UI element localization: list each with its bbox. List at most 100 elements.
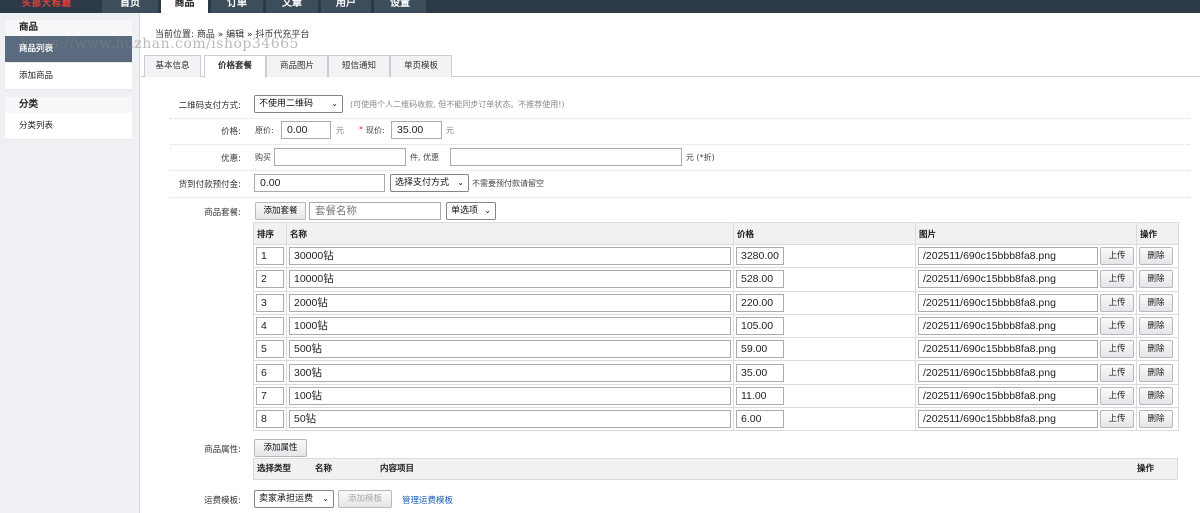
nav-tab-goods[interactable]: 商品 — [161, 0, 208, 13]
sidebar-item-add-goods[interactable]: 添加商品 — [5, 63, 132, 90]
package-name-field[interactable]: 2000钻 — [289, 293, 731, 312]
cod-deposit-input[interactable]: 0.00 — [254, 174, 385, 192]
column-header-name: 名称 — [315, 464, 333, 474]
order-cell: 6 — [253, 360, 287, 385]
sidebar: 商品 商品列表 添加商品 分类 分类列表 — [0, 13, 140, 513]
tab-sms-notify[interactable]: 短信通知 — [328, 55, 390, 77]
qr-payment-select[interactable]: 不使用二维码 ⌄ — [254, 95, 343, 113]
table-row: 6 300钻 35.00/202511/690c15bbb8fa8.png 上传 删除 — [253, 360, 1179, 385]
tab-price-package[interactable]: 价格套餐 — [204, 55, 266, 78]
manage-shipping-template-link[interactable]: 管理运费模板 — [402, 494, 453, 506]
delete-button[interactable]: 删除 — [1139, 410, 1173, 429]
nav-tab-label: 设置 — [390, 0, 410, 9]
tab-single-page[interactable]: 单页模板 — [390, 55, 452, 77]
order-cell: 2 — [253, 267, 287, 292]
package-price-field[interactable]: 35.00 — [736, 363, 784, 382]
nav-tab-users[interactable]: 用户 — [321, 0, 371, 13]
upload-button[interactable]: 上传 — [1100, 410, 1134, 429]
package-price-field[interactable]: 528.00 — [736, 270, 784, 289]
payment-method-select[interactable]: 选择支付方式 ⌄ — [390, 174, 469, 192]
image-path-field[interactable]: /202511/690c15bbb8fa8.png — [918, 410, 1098, 429]
package-name-field[interactable]: 100钻 — [289, 386, 731, 405]
upload-button[interactable]: 上传 — [1100, 270, 1134, 289]
sidebar-item-category-list[interactable]: 分类列表 — [5, 113, 132, 140]
delete-button[interactable]: 删除 — [1139, 386, 1173, 405]
current-price-label: 现价: — [366, 126, 385, 135]
upload-button[interactable]: 上传 — [1100, 293, 1134, 312]
package-price-field[interactable]: 6.00 — [736, 410, 784, 429]
image-path-field[interactable]: /202511/690c15bbb8fa8.png — [918, 363, 1098, 382]
row-divider — [170, 118, 1190, 119]
sidebar-group-category: 分类 — [5, 97, 132, 113]
image-path-field[interactable]: /202511/690c15bbb8fa8.png — [918, 340, 1098, 359]
delete-button[interactable]: 删除 — [1139, 363, 1173, 382]
add-package-button[interactable]: 添加套餐 — [255, 202, 306, 220]
order-input[interactable]: 6 — [256, 363, 284, 382]
order-input[interactable]: 2 — [256, 270, 284, 289]
upload-button[interactable]: 上传 — [1100, 317, 1134, 336]
column-header-image: 图片 — [915, 222, 1137, 245]
buy-quantity-input[interactable] — [274, 148, 406, 166]
package-type-select[interactable]: 单选项 ⌄ — [446, 202, 496, 220]
shipping-template-select[interactable]: 卖家承担运费 ⌄ — [254, 490, 334, 508]
tab-basic-info[interactable]: 基本信息 — [144, 55, 201, 77]
delete-button[interactable]: 删除 — [1139, 317, 1173, 336]
package-price-field[interactable]: 105.00 — [736, 317, 784, 336]
add-attribute-button[interactable]: 添加属性 — [254, 439, 307, 457]
nav-tab-articles[interactable]: 文章 — [266, 0, 318, 13]
chevron-down-icon: ⌄ — [331, 99, 338, 108]
image-path-field[interactable]: /202511/690c15bbb8fa8.png — [918, 386, 1098, 405]
package-name-input[interactable]: 套餐名称 — [309, 202, 441, 220]
image-path-field[interactable]: /202511/690c15bbb8fa8.png — [918, 247, 1098, 266]
package-price-field[interactable]: 11.00 — [736, 386, 784, 405]
site-logo[interactable]: 头部大标题 — [22, 0, 72, 9]
image-path-field[interactable]: /202511/690c15bbb8fa8.png — [918, 317, 1098, 336]
sidebar-group-goods: 商品 — [5, 20, 132, 36]
upload-button[interactable]: 上传 — [1100, 386, 1134, 405]
discount-amount-input[interactable] — [450, 148, 682, 166]
package-label: 商品套餐: — [204, 208, 241, 218]
order-input[interactable]: 7 — [256, 386, 284, 405]
current-price-input[interactable]: 35.00 — [391, 121, 442, 139]
top-nav-bar: 头部大标题 首页 商品 订单 文章 用户 设置 — [0, 0, 1200, 13]
package-name-field[interactable]: 30000钻 — [289, 247, 731, 266]
order-input[interactable]: 5 — [256, 340, 284, 359]
price-cell: 528.00 — [733, 267, 916, 292]
upload-button[interactable]: 上传 — [1100, 247, 1134, 266]
package-name-field[interactable]: 300钻 — [289, 363, 731, 382]
price-cell: 6.00 — [733, 407, 916, 432]
image-path-field[interactable]: /202511/690c15bbb8fa8.png — [918, 270, 1098, 289]
nav-tab-home[interactable]: 首页 — [102, 0, 158, 13]
package-name-field[interactable]: 10000钻 — [289, 270, 731, 289]
upload-button[interactable]: 上传 — [1100, 340, 1134, 359]
package-name-field[interactable]: 500钻 — [289, 340, 731, 359]
column-header-select-type: 选择类型 — [257, 464, 292, 474]
unit-label: 元 — [336, 126, 344, 135]
delete-button[interactable]: 删除 — [1139, 270, 1173, 289]
delete-button[interactable]: 删除 — [1139, 247, 1173, 266]
delete-button[interactable]: 删除 — [1139, 293, 1173, 312]
package-name-field[interactable]: 1000钻 — [289, 317, 731, 336]
delete-button[interactable]: 删除 — [1139, 340, 1173, 359]
nav-tab-orders[interactable]: 订单 — [211, 0, 263, 13]
image-cell: /202511/690c15bbb8fa8.png 上传 — [915, 243, 1137, 269]
package-price-field[interactable]: 220.00 — [736, 293, 784, 312]
tab-goods-images[interactable]: 商品图片 — [266, 55, 328, 77]
nav-tab-settings[interactable]: 设置 — [374, 0, 426, 13]
order-cell: 5 — [253, 337, 287, 362]
order-input[interactable]: 3 — [256, 293, 284, 312]
upload-button[interactable]: 上传 — [1100, 363, 1134, 382]
order-input[interactable]: 8 — [256, 410, 284, 429]
package-price-field[interactable]: 59.00 — [736, 340, 784, 359]
row-divider — [170, 170, 1190, 171]
attribute-label: 商品属性: — [204, 445, 241, 455]
table-row: 1 30000钻 3280.00/202511/690c15bbb8fa8.png 上… — [253, 243, 1179, 269]
original-price-input[interactable]: 0.00 — [281, 121, 331, 139]
order-input[interactable]: 1 — [256, 247, 284, 266]
column-header-order: 排序 — [253, 222, 287, 245]
order-input[interactable]: 4 — [256, 317, 284, 336]
package-price-field[interactable]: 3280.00 — [736, 247, 784, 266]
package-name-field[interactable]: 50钻 — [289, 410, 731, 429]
add-template-button[interactable]: 添加模板 — [338, 490, 392, 508]
image-path-field[interactable]: /202511/690c15bbb8fa8.png — [918, 293, 1098, 312]
